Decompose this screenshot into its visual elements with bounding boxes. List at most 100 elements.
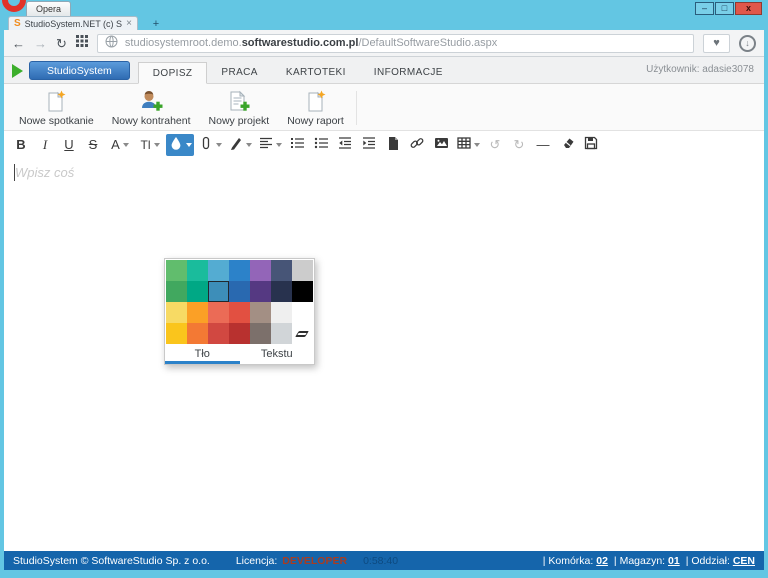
color-swatch[interactable] [166, 302, 187, 323]
color-swatch[interactable] [166, 323, 187, 344]
color-swatch[interactable] [187, 260, 208, 281]
color-swatch[interactable] [208, 260, 229, 281]
menu-tab-informacje[interactable]: INFORMACJE [360, 61, 457, 83]
studiosystem-favicon-icon: S [14, 17, 21, 29]
url-text: studiosystemroot.demo.softwarestudio.com… [125, 37, 497, 49]
app-menu-bar: StudioSystem DOPISZ PRACA KARTOTEKI INFO… [4, 57, 764, 84]
outdent-icon [338, 136, 352, 153]
color-swatch[interactable] [229, 302, 250, 323]
bookmark-heart-button[interactable]: ♥ [703, 33, 730, 53]
insert-table-button[interactable] [454, 134, 482, 156]
color-swatch[interactable] [208, 281, 229, 302]
unordered-list-button[interactable] [310, 134, 332, 156]
insert-file-button[interactable] [382, 134, 404, 156]
color-swatch[interactable] [229, 281, 250, 302]
maximize-button[interactable]: □ [715, 2, 734, 15]
strikethrough-button[interactable]: S [82, 134, 104, 156]
font-format-button[interactable]: A [106, 134, 134, 156]
italic-button[interactable]: I [34, 134, 56, 156]
reload-icon[interactable]: ↻ [56, 37, 67, 50]
align-left-icon [259, 136, 273, 153]
new-report-button[interactable]: Nowy raport [278, 87, 353, 129]
status-cell-label: Oddział: [691, 554, 730, 567]
color-swatch[interactable] [250, 323, 271, 344]
browser-toolbar: ← → ↻ studiosystemroot.demo.softwarestud… [4, 30, 764, 57]
title-bar: Opera – □ x [0, 0, 768, 16]
indent-button[interactable] [358, 134, 380, 156]
color-swatch[interactable] [271, 260, 292, 281]
color-swatch[interactable] [166, 260, 187, 281]
back-icon[interactable]: ← [12, 37, 25, 50]
close-button[interactable]: x [735, 2, 762, 15]
add-person-icon [139, 89, 163, 113]
color-swatch[interactable] [250, 281, 271, 302]
color-swatch[interactable] [271, 302, 292, 323]
insert-link-button[interactable] [406, 134, 428, 156]
color-swatch[interactable] [250, 260, 271, 281]
new-meeting-button[interactable]: Nowe spotkanie [10, 87, 103, 129]
paint-format-button[interactable] [226, 134, 254, 156]
text-style-button[interactable] [196, 134, 224, 156]
editor-area[interactable]: Wpisz coś Tło Tekstu [4, 158, 764, 551]
color-swatch[interactable] [271, 323, 292, 344]
url-prefix: studiosystemroot.demo. [124, 37, 242, 49]
eraser-icon [560, 136, 575, 153]
studiosystem-home-button[interactable]: StudioSystem [29, 61, 130, 80]
menu-tab-praca[interactable]: PRACA [207, 61, 271, 83]
clear-formatting-button[interactable] [556, 134, 578, 156]
save-button[interactable] [580, 134, 602, 156]
status-cell-value[interactable]: 01 [668, 555, 680, 567]
color-swatch[interactable] [271, 281, 292, 302]
editor-toolbar: B I U S A Tl ↺ ↻ — [4, 131, 764, 158]
color-swatch[interactable] [229, 323, 250, 344]
color-swatch[interactable] [208, 323, 229, 344]
color-swatch[interactable] [166, 281, 187, 302]
ribbon-button-label: Nowe spotkanie [19, 115, 94, 127]
redo-button[interactable]: ↻ [508, 134, 530, 156]
color-swatch[interactable] [208, 302, 229, 323]
align-button[interactable] [256, 134, 284, 156]
forward-icon[interactable]: → [34, 37, 47, 50]
link-icon [410, 136, 424, 153]
active-tab-underline [165, 361, 240, 364]
bold-button[interactable]: B [10, 134, 32, 156]
opera-menu-button[interactable]: Opera [26, 1, 72, 16]
menu-tab-dopisz[interactable]: DOPISZ [137, 62, 208, 84]
remove-color-swatch[interactable] [292, 323, 313, 344]
tab-close-icon[interactable]: × [126, 18, 132, 29]
color-swatch[interactable] [292, 302, 313, 323]
new-project-button[interactable]: Nowy projekt [200, 87, 279, 129]
browser-tab[interactable]: S StudioSystem.NET (c) Soft × [8, 16, 138, 30]
downloads-icon[interactable]: ↓ [739, 34, 756, 52]
minimize-button[interactable]: – [695, 2, 714, 15]
status-cell-value[interactable]: CEN [733, 555, 755, 567]
address-bar[interactable]: studiosystemroot.demo.softwarestudio.com… [96, 33, 694, 53]
background-color-button[interactable] [166, 133, 194, 156]
ordered-list-button[interactable] [286, 134, 308, 156]
play-icon[interactable] [12, 64, 23, 78]
underline-button[interactable]: U [58, 134, 80, 156]
new-tab-button[interactable]: + [147, 17, 165, 30]
status-cell-value[interactable]: 02 [596, 555, 608, 567]
undo-button[interactable]: ↺ [484, 134, 506, 156]
paragraph-format-button[interactable]: Tl [136, 134, 164, 156]
image-icon [434, 136, 449, 153]
new-contractor-button[interactable]: Nowy kontrahent [103, 87, 200, 129]
status-cell-komorka: Komórka: 02 [543, 555, 608, 567]
color-swatch[interactable] [187, 302, 208, 323]
opera-window: Opera – □ x S StudioSystem.NET (c) Soft … [0, 0, 768, 578]
menu-tab-kartoteki[interactable]: KARTOTEKI [272, 61, 360, 83]
chevron-down-icon [153, 142, 160, 147]
color-swatch[interactable] [229, 260, 250, 281]
color-swatch[interactable] [187, 281, 208, 302]
outdent-button[interactable] [334, 134, 356, 156]
color-swatch[interactable] [292, 281, 313, 302]
color-swatch[interactable] [187, 323, 208, 344]
underline-label: U [64, 137, 74, 152]
color-swatch[interactable] [250, 302, 271, 323]
text-color-tab[interactable]: Tekstu [240, 345, 315, 363]
insert-image-button[interactable] [430, 134, 452, 156]
color-swatch[interactable] [292, 260, 313, 281]
horizontal-rule-button[interactable]: — [532, 134, 554, 156]
speed-dial-icon[interactable] [75, 34, 88, 52]
